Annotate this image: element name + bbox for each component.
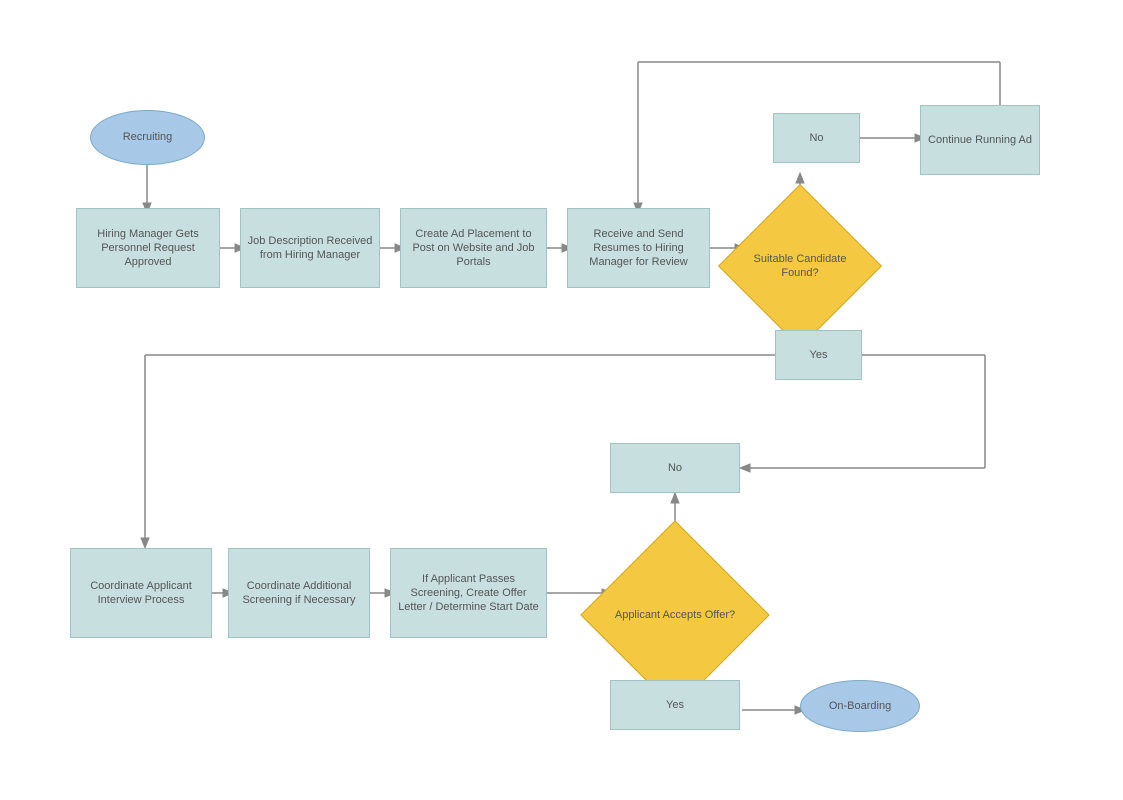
continue-running-node: Continue Running Ad	[920, 105, 1040, 175]
no-box2-node: No	[610, 443, 740, 493]
if-applicant-node: If Applicant Passes Screening, Create Of…	[390, 548, 547, 638]
yes-box-node: Yes	[775, 330, 862, 380]
no-box-node: No	[773, 113, 860, 163]
receive-send-node: Receive and Send Resumes to Hiring Manag…	[567, 208, 710, 288]
onboarding-node: On-Boarding	[800, 680, 920, 732]
applicant-accepts-node: Applicant Accepts Offer?	[608, 548, 742, 682]
job-description-node: Job Description Received from Hiring Man…	[240, 208, 380, 288]
recruiting-node: Recruiting	[90, 110, 205, 165]
suitable-candidate-node: Suitable Candidate Found?	[742, 208, 858, 324]
coordinate-interview-node: Coordinate Applicant Interview Process	[70, 548, 212, 638]
hiring-manager-node: Hiring Manager Gets Personnel Request Ap…	[76, 208, 220, 288]
yes-box2-node: Yes	[610, 680, 740, 730]
flowchart-diagram: Recruiting Hiring Manager Gets Personnel…	[0, 0, 1123, 800]
coordinate-screening-node: Coordinate Additional Screening if Neces…	[228, 548, 370, 638]
create-ad-node: Create Ad Placement to Post on Website a…	[400, 208, 547, 288]
